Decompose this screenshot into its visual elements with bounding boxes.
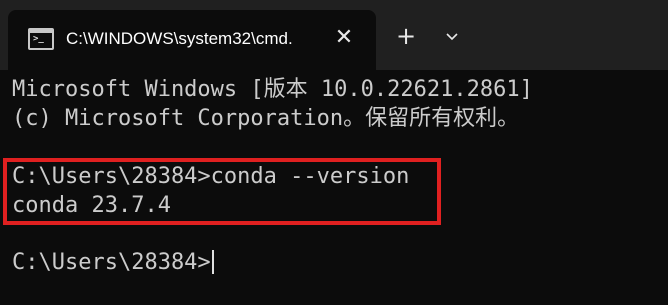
- terminal-output[interactable]: Microsoft Windows [版本 10.0.22621.2861] (…: [0, 70, 668, 305]
- terminal-line: Microsoft Windows [版本 10.0.22621.2861]: [12, 77, 533, 102]
- close-tab-button[interactable]: ✕: [330, 24, 358, 52]
- highlight-box: [3, 158, 441, 225]
- prompt-line: C:\Users\28384>: [12, 249, 214, 277]
- tab-title: C:\WINDOWS\system32\cmd.: [66, 29, 293, 48]
- new-tab-button[interactable]: +: [390, 20, 422, 52]
- text-cursor: [211, 250, 214, 274]
- terminal-line: (c) Microsoft Corporation。保留所有权利。: [12, 106, 520, 131]
- cmd-icon: >_: [28, 28, 54, 50]
- prompt-text: C:\Users\28384>: [12, 250, 211, 275]
- tab-cmd[interactable]: >_ C:\WINDOWS\system32\cmd. ✕: [8, 10, 376, 70]
- chevron-down-icon: [446, 33, 458, 41]
- title-bar: >_ C:\WINDOWS\system32\cmd. ✕ +: [0, 0, 668, 70]
- tab-dropdown-button[interactable]: [438, 22, 466, 50]
